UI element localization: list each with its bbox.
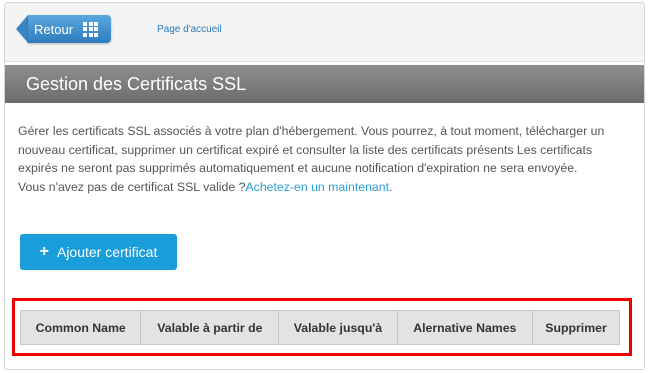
back-button-label: Retour (34, 21, 74, 37)
page-title: Gestion des Certificats SSL (26, 73, 247, 94)
description-paragraph: Gérer les certificats SSL associés à vot… (18, 124, 605, 175)
add-certificate-label: Ajouter certificat (56, 244, 158, 260)
column-header-common-name[interactable]: Common Name (19, 310, 142, 345)
column-header-valid-from[interactable]: Valable à partir de (140, 310, 280, 345)
column-header-valid-until[interactable]: Valable jusqu'à (278, 310, 398, 345)
plus-icon: + (39, 243, 49, 260)
back-button[interactable]: Retour (16, 15, 111, 43)
buy-certificate-link[interactable]: Achetez-en un maintenant (245, 180, 389, 194)
home-link[interactable]: Page d'accueil (157, 24, 222, 35)
no-certificate-text: Vous n'avez pas de certificat SSL valide… (18, 179, 246, 194)
column-header-delete[interactable]: Supprimer (532, 310, 620, 345)
table-header-row: Common Name Valable à partir de Valable … (19, 310, 620, 345)
add-certificate-button[interactable]: + Ajouter certificat (20, 234, 177, 270)
grid-icon (83, 21, 99, 37)
back-arrow-shape (16, 15, 28, 43)
back-button-body[interactable]: Retour (28, 15, 111, 43)
title-bar: Gestion des Certificats SSL (5, 65, 644, 103)
certificates-table: Common Name Valable à partir de Valable … (19, 310, 620, 345)
top-navigation-bar: Retour Page d'accueil (5, 3, 644, 62)
column-header-alternative-names[interactable]: Alernative Names (396, 310, 534, 345)
sentence-end: . (389, 179, 393, 194)
description-text: Gérer les certificats SSL associés à vot… (18, 122, 618, 196)
